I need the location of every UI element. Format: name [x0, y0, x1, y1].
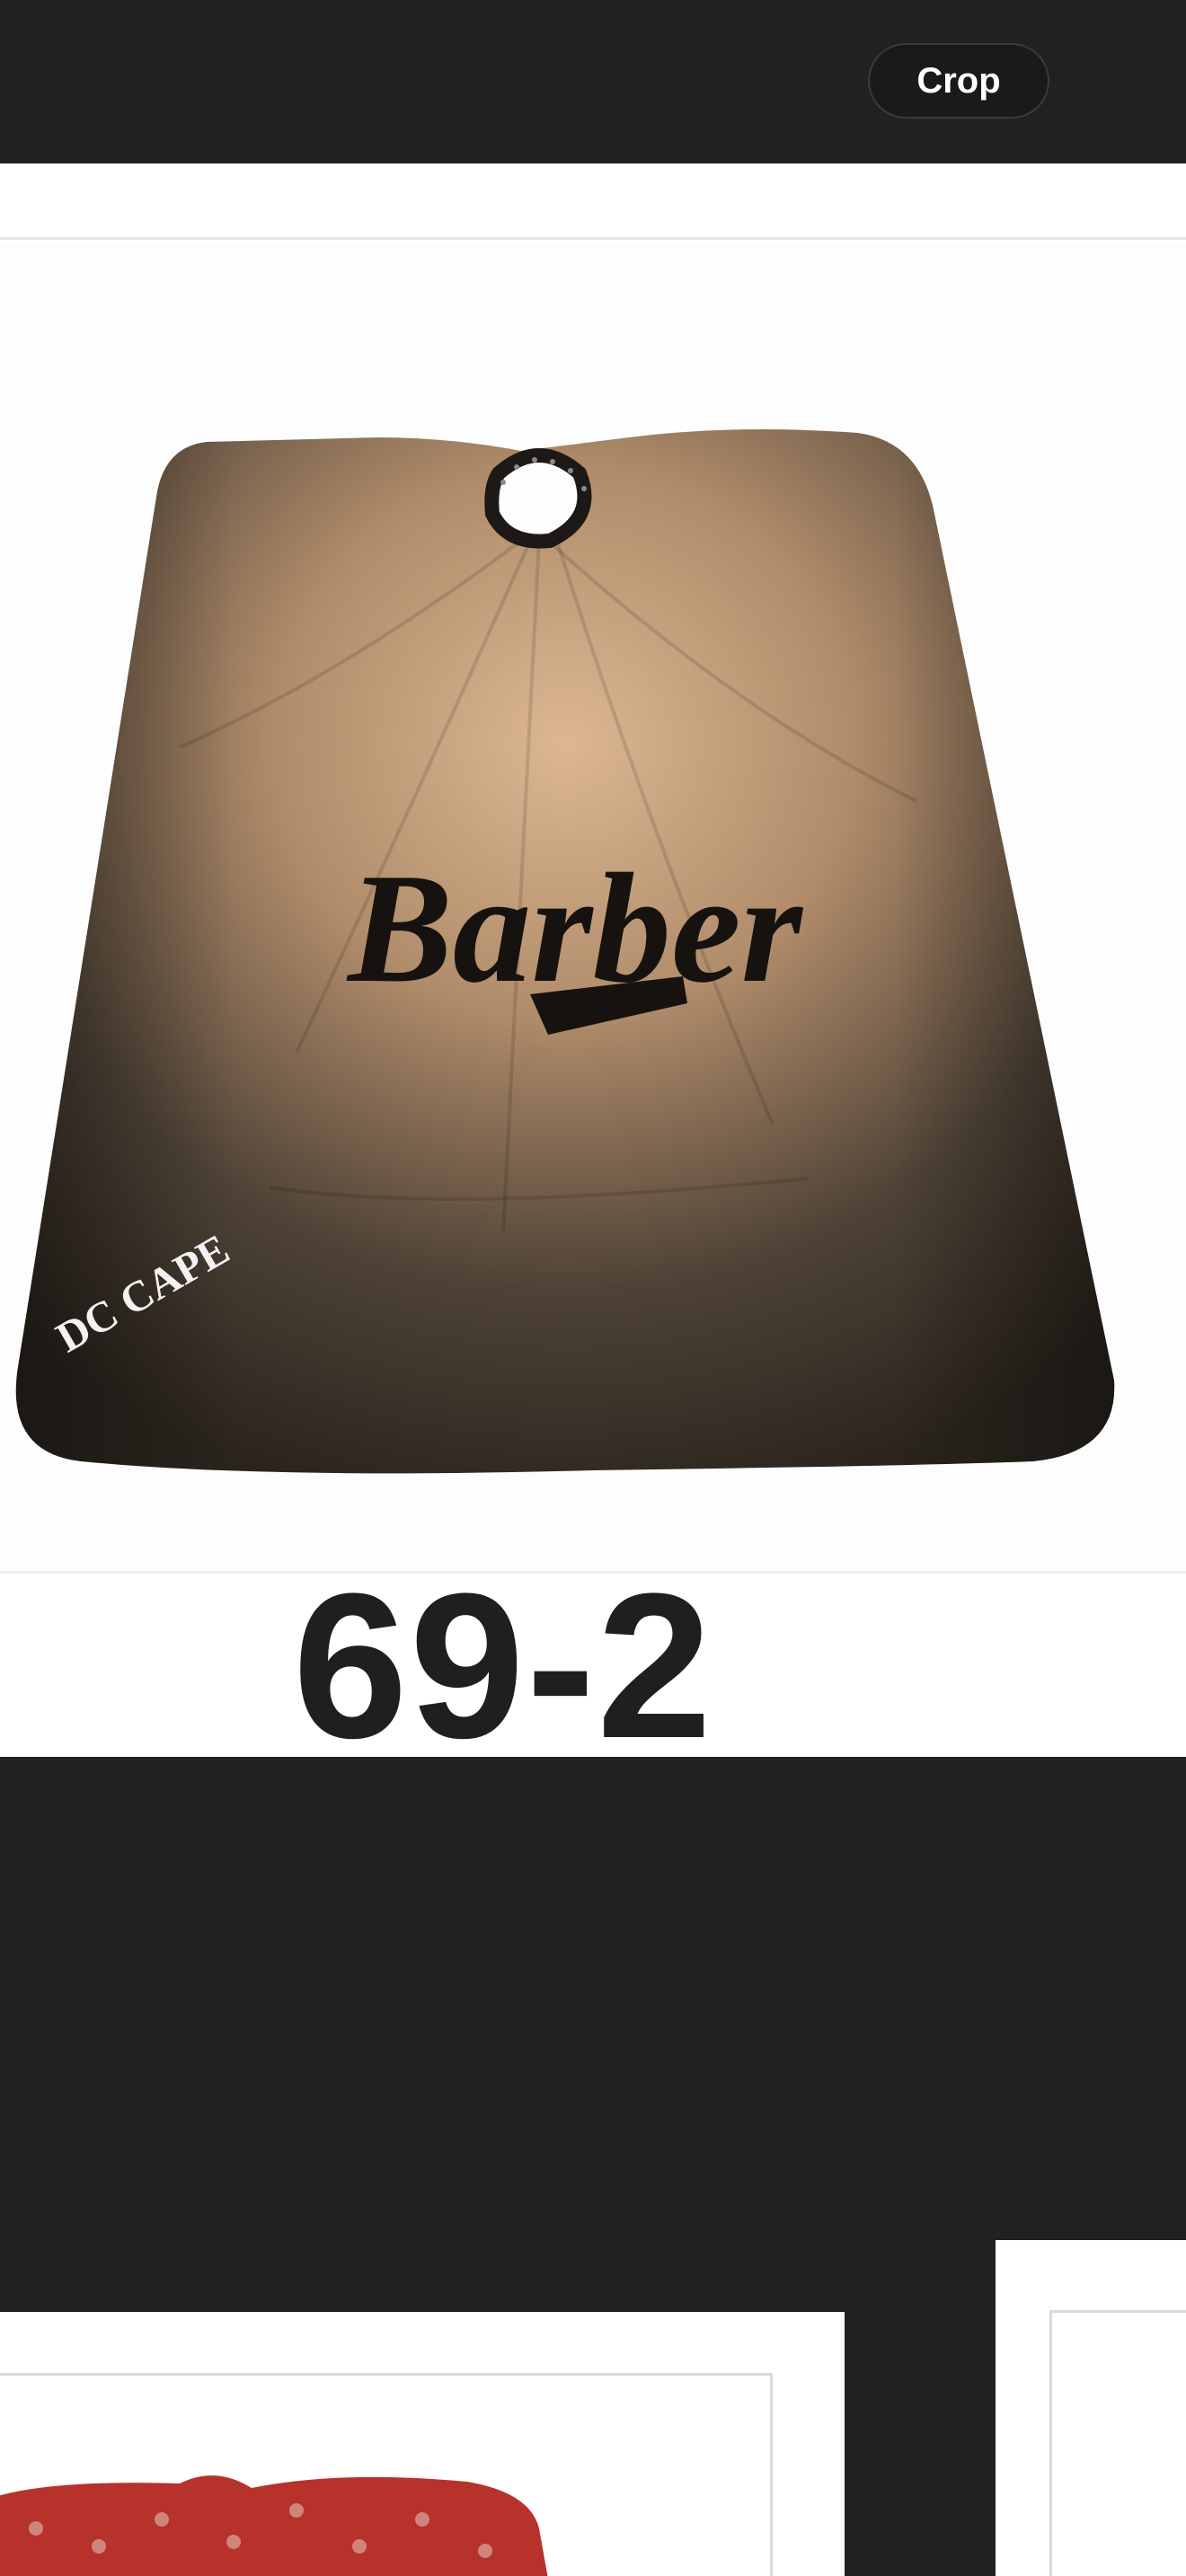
product-code: 69-2 [292, 1550, 714, 1781]
thumbnail-photo-frame [1049, 2310, 1186, 2576]
crop-button[interactable]: Crop [868, 43, 1049, 119]
product-photo[interactable]: Barber DC CAPE [0, 244, 1186, 1574]
barber-logo: Barber [346, 841, 804, 1035]
red-cape-image [0, 2475, 548, 2576]
product-thumbnail-right[interactable] [996, 2240, 1186, 2576]
product-card[interactable]: Barber DC CAPE 69-2 [0, 163, 1186, 1781]
thumbnail-photo-frame [0, 2373, 773, 2576]
product-thumbnail-left[interactable] [0, 2312, 845, 2576]
svg-text:Barber: Barber [346, 841, 804, 1015]
top-toolbar: Crop [0, 0, 1186, 163]
barber-cape-image: Barber DC CAPE [15, 429, 1115, 1474]
card-divider [0, 237, 1186, 240]
